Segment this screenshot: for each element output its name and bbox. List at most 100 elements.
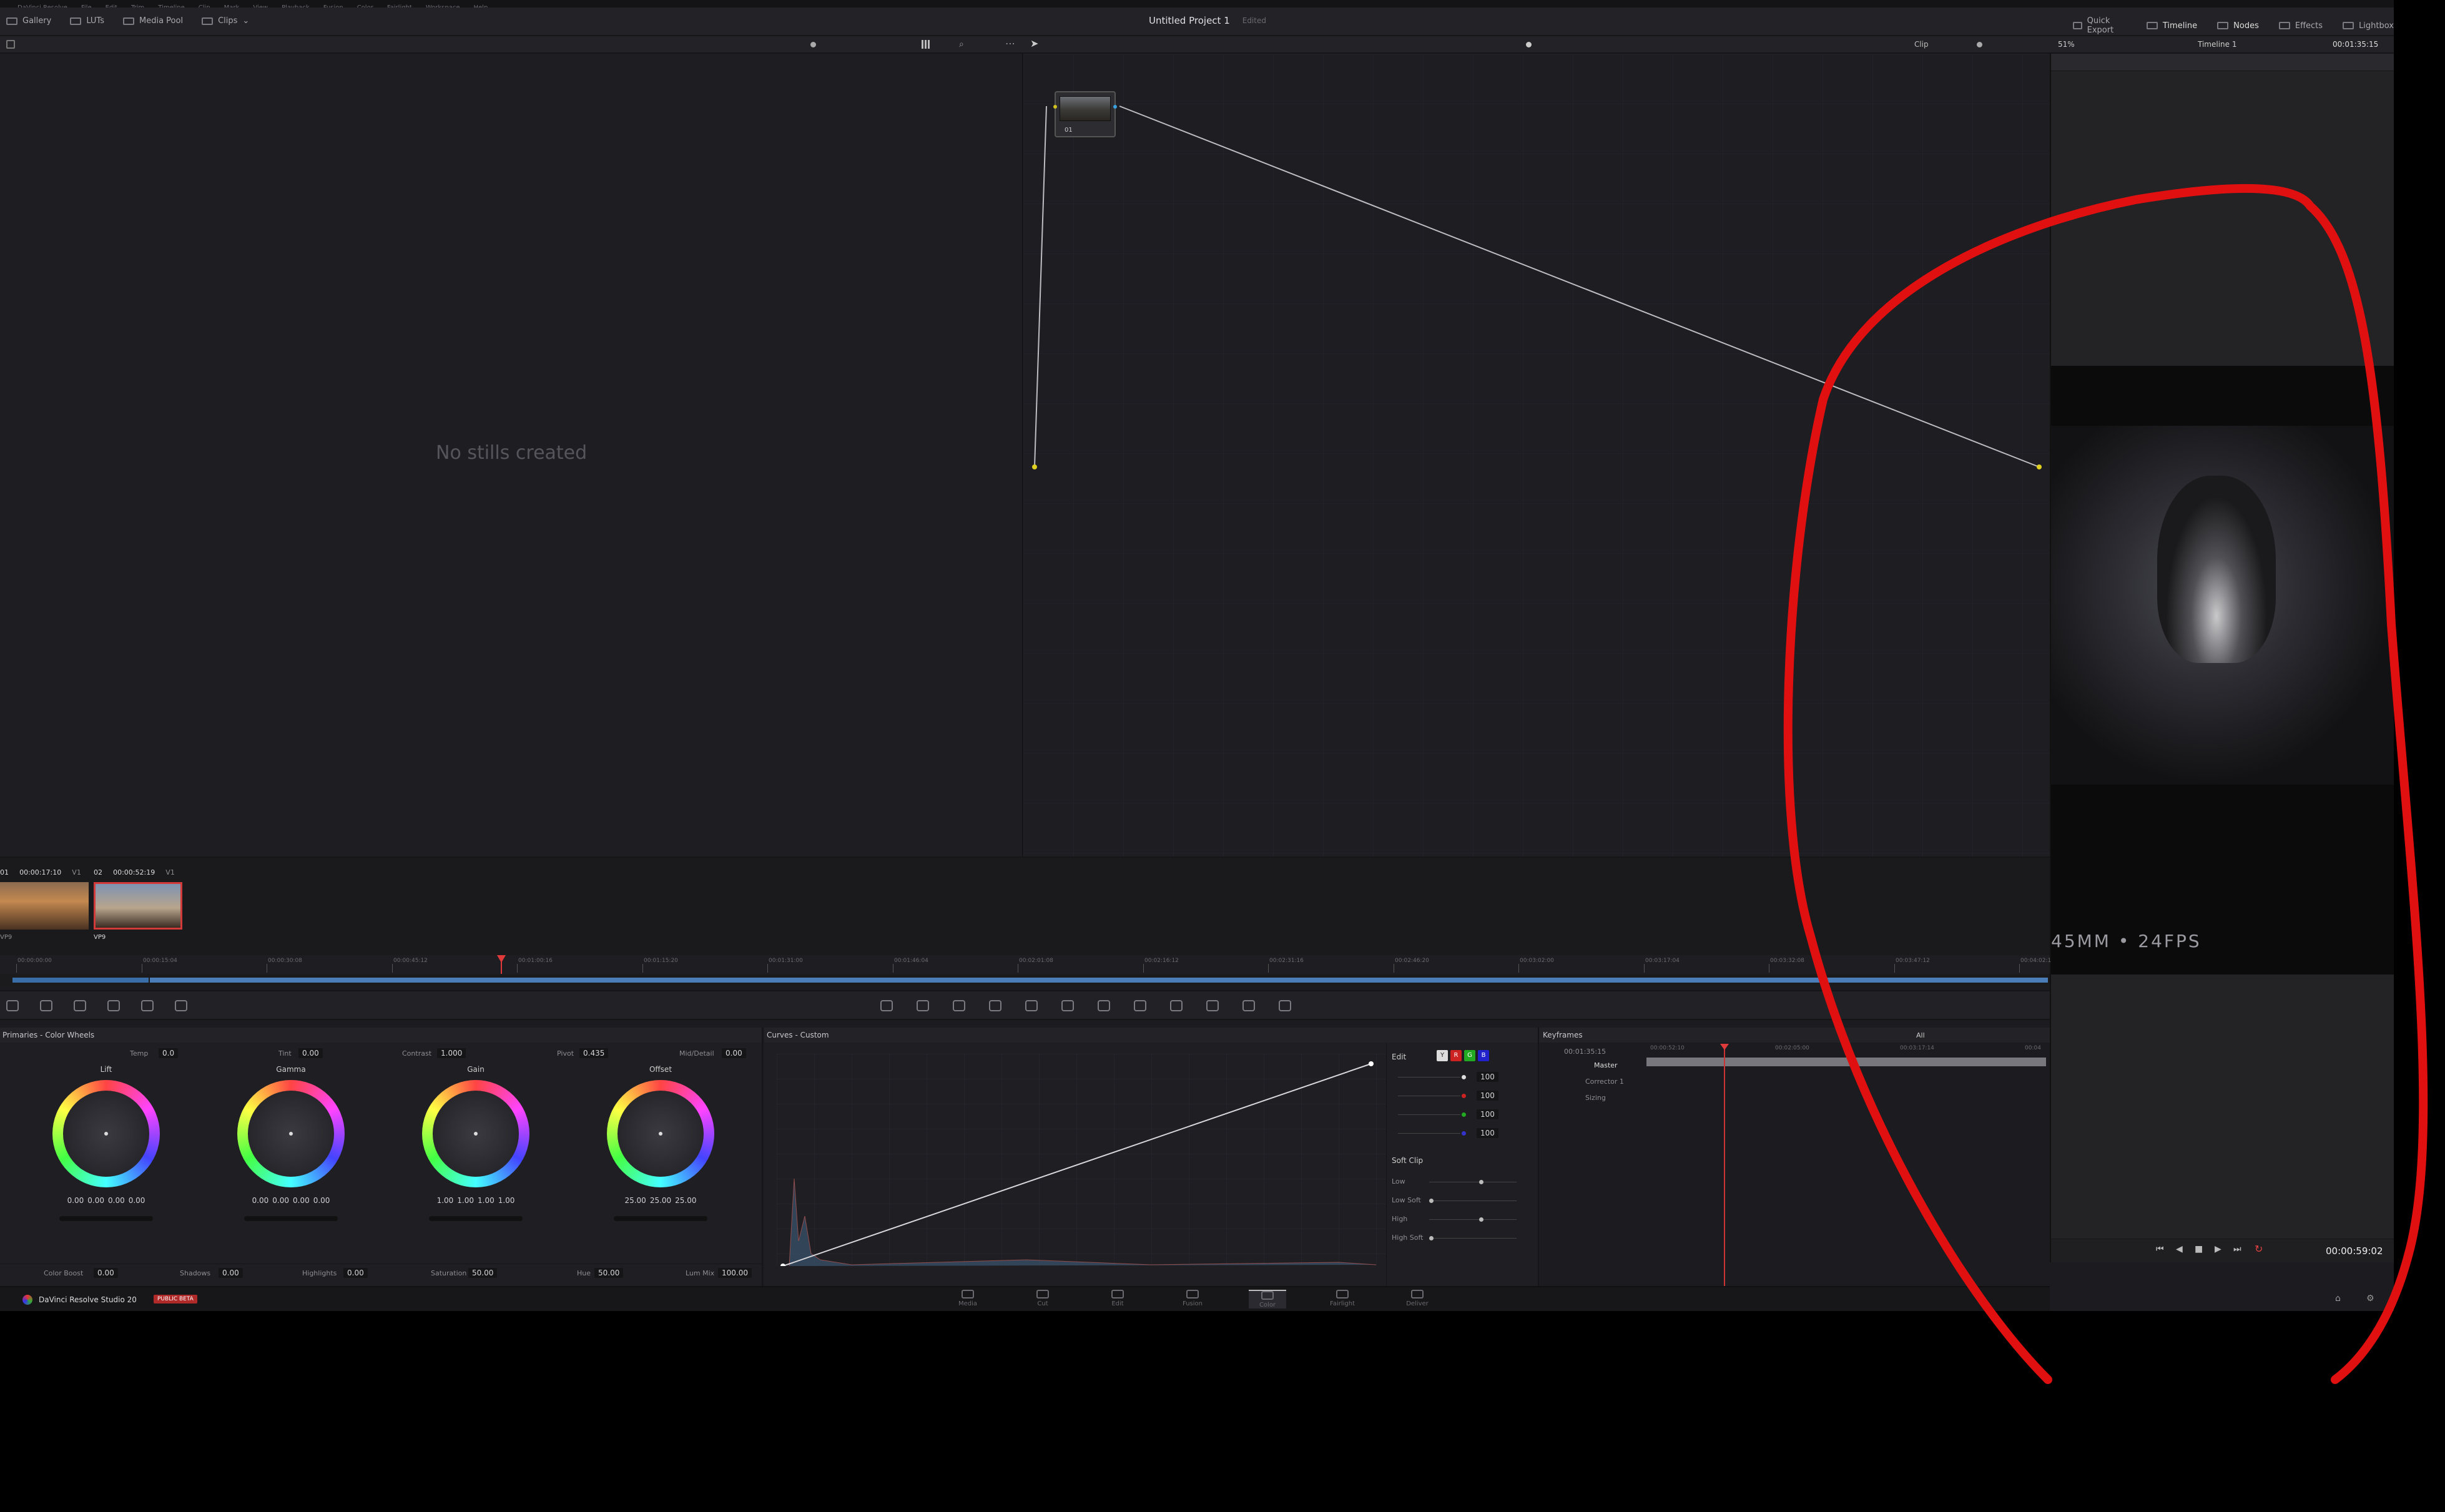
keyframe-row[interactable]: Sizing	[1544, 1090, 1644, 1106]
page-cut[interactable]: Cut	[1024, 1290, 1061, 1308]
timeline-name[interactable]: Timeline 1	[2198, 40, 2236, 49]
channel-g[interactable]: G	[1464, 1050, 1475, 1061]
wheel-value[interactable]: 0.00	[67, 1196, 84, 1205]
pointer-tool-icon[interactable]: ➤	[1030, 37, 1038, 49]
settings-icon[interactable]: ⚙	[2366, 1294, 2374, 1303]
wheel-value[interactable]: 1.00	[457, 1196, 474, 1205]
color-wheel[interactable]	[52, 1080, 160, 1187]
node-slider-knob[interactable]	[1526, 42, 1532, 47]
3d-icon[interactable]	[1206, 1000, 1219, 1011]
hue-field[interactable]: 50.00	[594, 1268, 624, 1278]
color-node-01[interactable]: 01	[1053, 91, 1117, 137]
edit-slider-dot[interactable]	[1462, 1112, 1466, 1117]
color-wheel[interactable]	[422, 1080, 529, 1187]
prev-icon[interactable]: ⏮	[2156, 1244, 2164, 1254]
wheel-value[interactable]: 0.00	[108, 1196, 125, 1205]
output-connector[interactable]	[2037, 464, 2042, 469]
search-icon[interactable]: ⌕	[959, 39, 964, 49]
lightbox-button[interactable]: Lightbox	[2343, 16, 2394, 35]
keyframe-row[interactable]: Corrector 1	[1544, 1074, 1644, 1090]
play-icon[interactable]: ▶	[2215, 1244, 2221, 1254]
color-wheel[interactable]	[237, 1080, 345, 1187]
mini-timeline-ruler[interactable]: 00:00:00:00 00:00:15:04 00:00:30:08 00:00:4…	[0, 955, 2051, 974]
media-pool-button[interactable]: Media Pool	[123, 16, 183, 26]
gallery-view-icon[interactable]	[6, 40, 15, 49]
wheel-value[interactable]: 1.00	[498, 1196, 515, 1205]
wheel-master-slider[interactable]	[614, 1216, 707, 1221]
edit-value[interactable]: 100	[1477, 1109, 1498, 1119]
page-deliver[interactable]: Deliver	[1399, 1290, 1436, 1308]
wheel-value[interactable]: 0.00	[87, 1196, 104, 1205]
edit-slider-dot[interactable]	[1462, 1094, 1466, 1098]
wheel-value[interactable]: 1.00	[437, 1196, 454, 1205]
rgb-mixer-icon[interactable]	[141, 1000, 154, 1011]
color-wheels-icon[interactable]	[74, 1000, 86, 1011]
wheel-value[interactable]: 0.00	[293, 1196, 310, 1205]
wheel-center-point[interactable]	[659, 1132, 662, 1136]
softclip-slider-knob[interactable]	[1479, 1217, 1483, 1222]
tracker-icon[interactable]	[1025, 1000, 1038, 1011]
page-color[interactable]: Color	[1249, 1290, 1286, 1308]
curve-point-white[interactable]	[1369, 1061, 1374, 1066]
wheel-center-point[interactable]	[289, 1132, 293, 1136]
mini-timeline-track[interactable]	[0, 974, 2050, 986]
channel-b[interactable]: B	[1478, 1050, 1489, 1061]
clips-button[interactable]: Clips ⌄	[202, 16, 249, 26]
wheel-value[interactable]: 0.00	[252, 1196, 269, 1205]
keyframe-row[interactable]: Master	[1544, 1058, 1644, 1074]
wheel-value[interactable]: 0.00	[313, 1196, 330, 1205]
loop-icon[interactable]: ↻	[2255, 1243, 2263, 1255]
wheel-value[interactable]: 25.00	[675, 1196, 696, 1205]
stop-icon[interactable]: ■	[2195, 1244, 2203, 1254]
wheel-master-slider[interactable]	[429, 1216, 523, 1221]
key-icon[interactable]	[1134, 1000, 1146, 1011]
blur-icon[interactable]	[1098, 1000, 1110, 1011]
clip-slider-knob[interactable]	[1977, 42, 1982, 47]
softclip-slider-knob[interactable]	[1479, 1180, 1483, 1184]
more-options-icon[interactable]: ⋯	[1005, 37, 1015, 49]
window-icon[interactable]	[989, 1000, 1001, 1011]
magic-mask-icon[interactable]	[1061, 1000, 1074, 1011]
home-icon[interactable]: ⌂	[2335, 1294, 2341, 1303]
grid-view-icon[interactable]	[922, 40, 930, 49]
clip-01[interactable]: 01 00:00:17:10 V1 VP9	[0, 865, 89, 941]
curve-graph[interactable]	[777, 1054, 1385, 1266]
step-back-icon[interactable]: ◀	[2176, 1244, 2183, 1254]
wheel-value[interactable]: 25.00	[624, 1196, 646, 1205]
wheel-center-point[interactable]	[474, 1132, 478, 1136]
timeline-button[interactable]: Timeline	[2146, 16, 2197, 35]
lummix-field[interactable]: 100.00	[718, 1268, 752, 1278]
input-connector[interactable]	[1032, 464, 1037, 469]
nodes-button[interactable]: Nodes	[2217, 16, 2259, 35]
colorboost-field[interactable]: 0.00	[94, 1268, 118, 1278]
softclip-slider-knob[interactable]	[1429, 1199, 1434, 1203]
next-icon[interactable]: ⏭	[2233, 1244, 2241, 1254]
middetail-field[interactable]: 0.00	[722, 1048, 746, 1058]
edit-value[interactable]: 100	[1477, 1128, 1498, 1138]
temp-field[interactable]: 0.0	[159, 1048, 179, 1058]
clip-mode-select[interactable]: Clip	[1914, 40, 1929, 49]
wheel-value[interactable]: 0.00	[129, 1196, 145, 1205]
shadows-field[interactable]: 0.00	[219, 1268, 243, 1278]
wheel-value[interactable]: 25.00	[650, 1196, 671, 1205]
edit-value[interactable]: 100	[1477, 1091, 1498, 1101]
camera-raw-icon[interactable]	[6, 1000, 19, 1011]
page-media[interactable]: Media	[949, 1290, 986, 1308]
wheel-master-slider[interactable]	[244, 1216, 338, 1221]
gallery-button[interactable]: Gallery	[6, 16, 51, 26]
highlights-field[interactable]: 0.00	[343, 1268, 368, 1278]
motion-effects-icon[interactable]	[175, 1000, 187, 1011]
page-edit[interactable]: Edit	[1099, 1290, 1136, 1308]
keyframes-filter[interactable]: All	[1916, 1031, 1925, 1039]
gallery-slider-knob[interactable]	[810, 42, 816, 47]
tint-field[interactable]: 0.00	[298, 1048, 323, 1058]
luts-button[interactable]: LUTs	[70, 16, 104, 26]
wheel-center-point[interactable]	[104, 1132, 108, 1136]
edit-value[interactable]: 100	[1477, 1072, 1498, 1082]
color-match-icon[interactable]	[40, 1000, 52, 1011]
qualifier-icon[interactable]	[953, 1000, 965, 1011]
sizing-icon[interactable]	[1170, 1000, 1183, 1011]
stereo-icon[interactable]	[1242, 1000, 1255, 1011]
viewer-zoom[interactable]: 51%	[2058, 40, 2075, 49]
edit-slider-dot[interactable]	[1462, 1075, 1466, 1079]
